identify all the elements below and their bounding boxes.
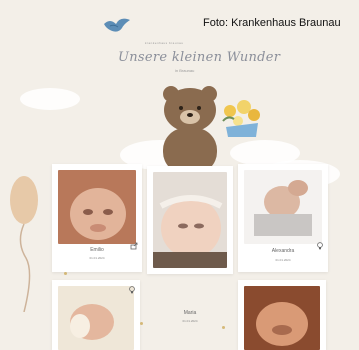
baby-card[interactable] xyxy=(52,280,140,350)
sparkle-dot xyxy=(222,326,225,329)
lightbulb-icon[interactable] xyxy=(128,286,136,294)
baby-photo xyxy=(58,286,134,350)
birth-date: 01.01.2024 xyxy=(275,258,291,262)
baby-card[interactable] xyxy=(238,280,326,350)
baby-name: Alexandra xyxy=(271,248,295,254)
bird-logo-icon xyxy=(104,18,130,32)
baby-name: Maria xyxy=(183,310,197,316)
birth-date: 01.01.2024 xyxy=(89,256,105,260)
sparkle-dot xyxy=(64,272,67,275)
baby-name: Emilio xyxy=(90,247,104,253)
share-icon[interactable] xyxy=(130,242,138,250)
page-subtitle: in Braunau xyxy=(175,68,195,73)
baby-photo xyxy=(58,170,136,244)
cloud-shape xyxy=(20,88,80,110)
baby-photo xyxy=(244,286,320,350)
baby-photo xyxy=(153,172,227,268)
baby-card[interactable]: Maria 01.01.2024 xyxy=(149,282,231,350)
baby-card[interactable]: Alexandra 01.01.2024 xyxy=(238,164,328,272)
baby-photo xyxy=(244,170,322,244)
balloon-illustration xyxy=(10,176,38,312)
photo-credit: Foto: Krankenhaus Braunau xyxy=(203,17,341,29)
flower-bouquet-illustration xyxy=(222,100,260,137)
header-kicker: krankenhaus braunau xyxy=(145,41,184,45)
page-title: Unsere kleinen Wunder xyxy=(118,50,281,65)
sparkle-dot xyxy=(140,322,143,325)
baby-card[interactable] xyxy=(147,166,233,274)
baby-card[interactable]: Emilio 01.01.2024 xyxy=(52,164,142,272)
lightbulb-icon[interactable] xyxy=(316,242,324,250)
birth-date: 01.01.2024 xyxy=(182,319,198,323)
